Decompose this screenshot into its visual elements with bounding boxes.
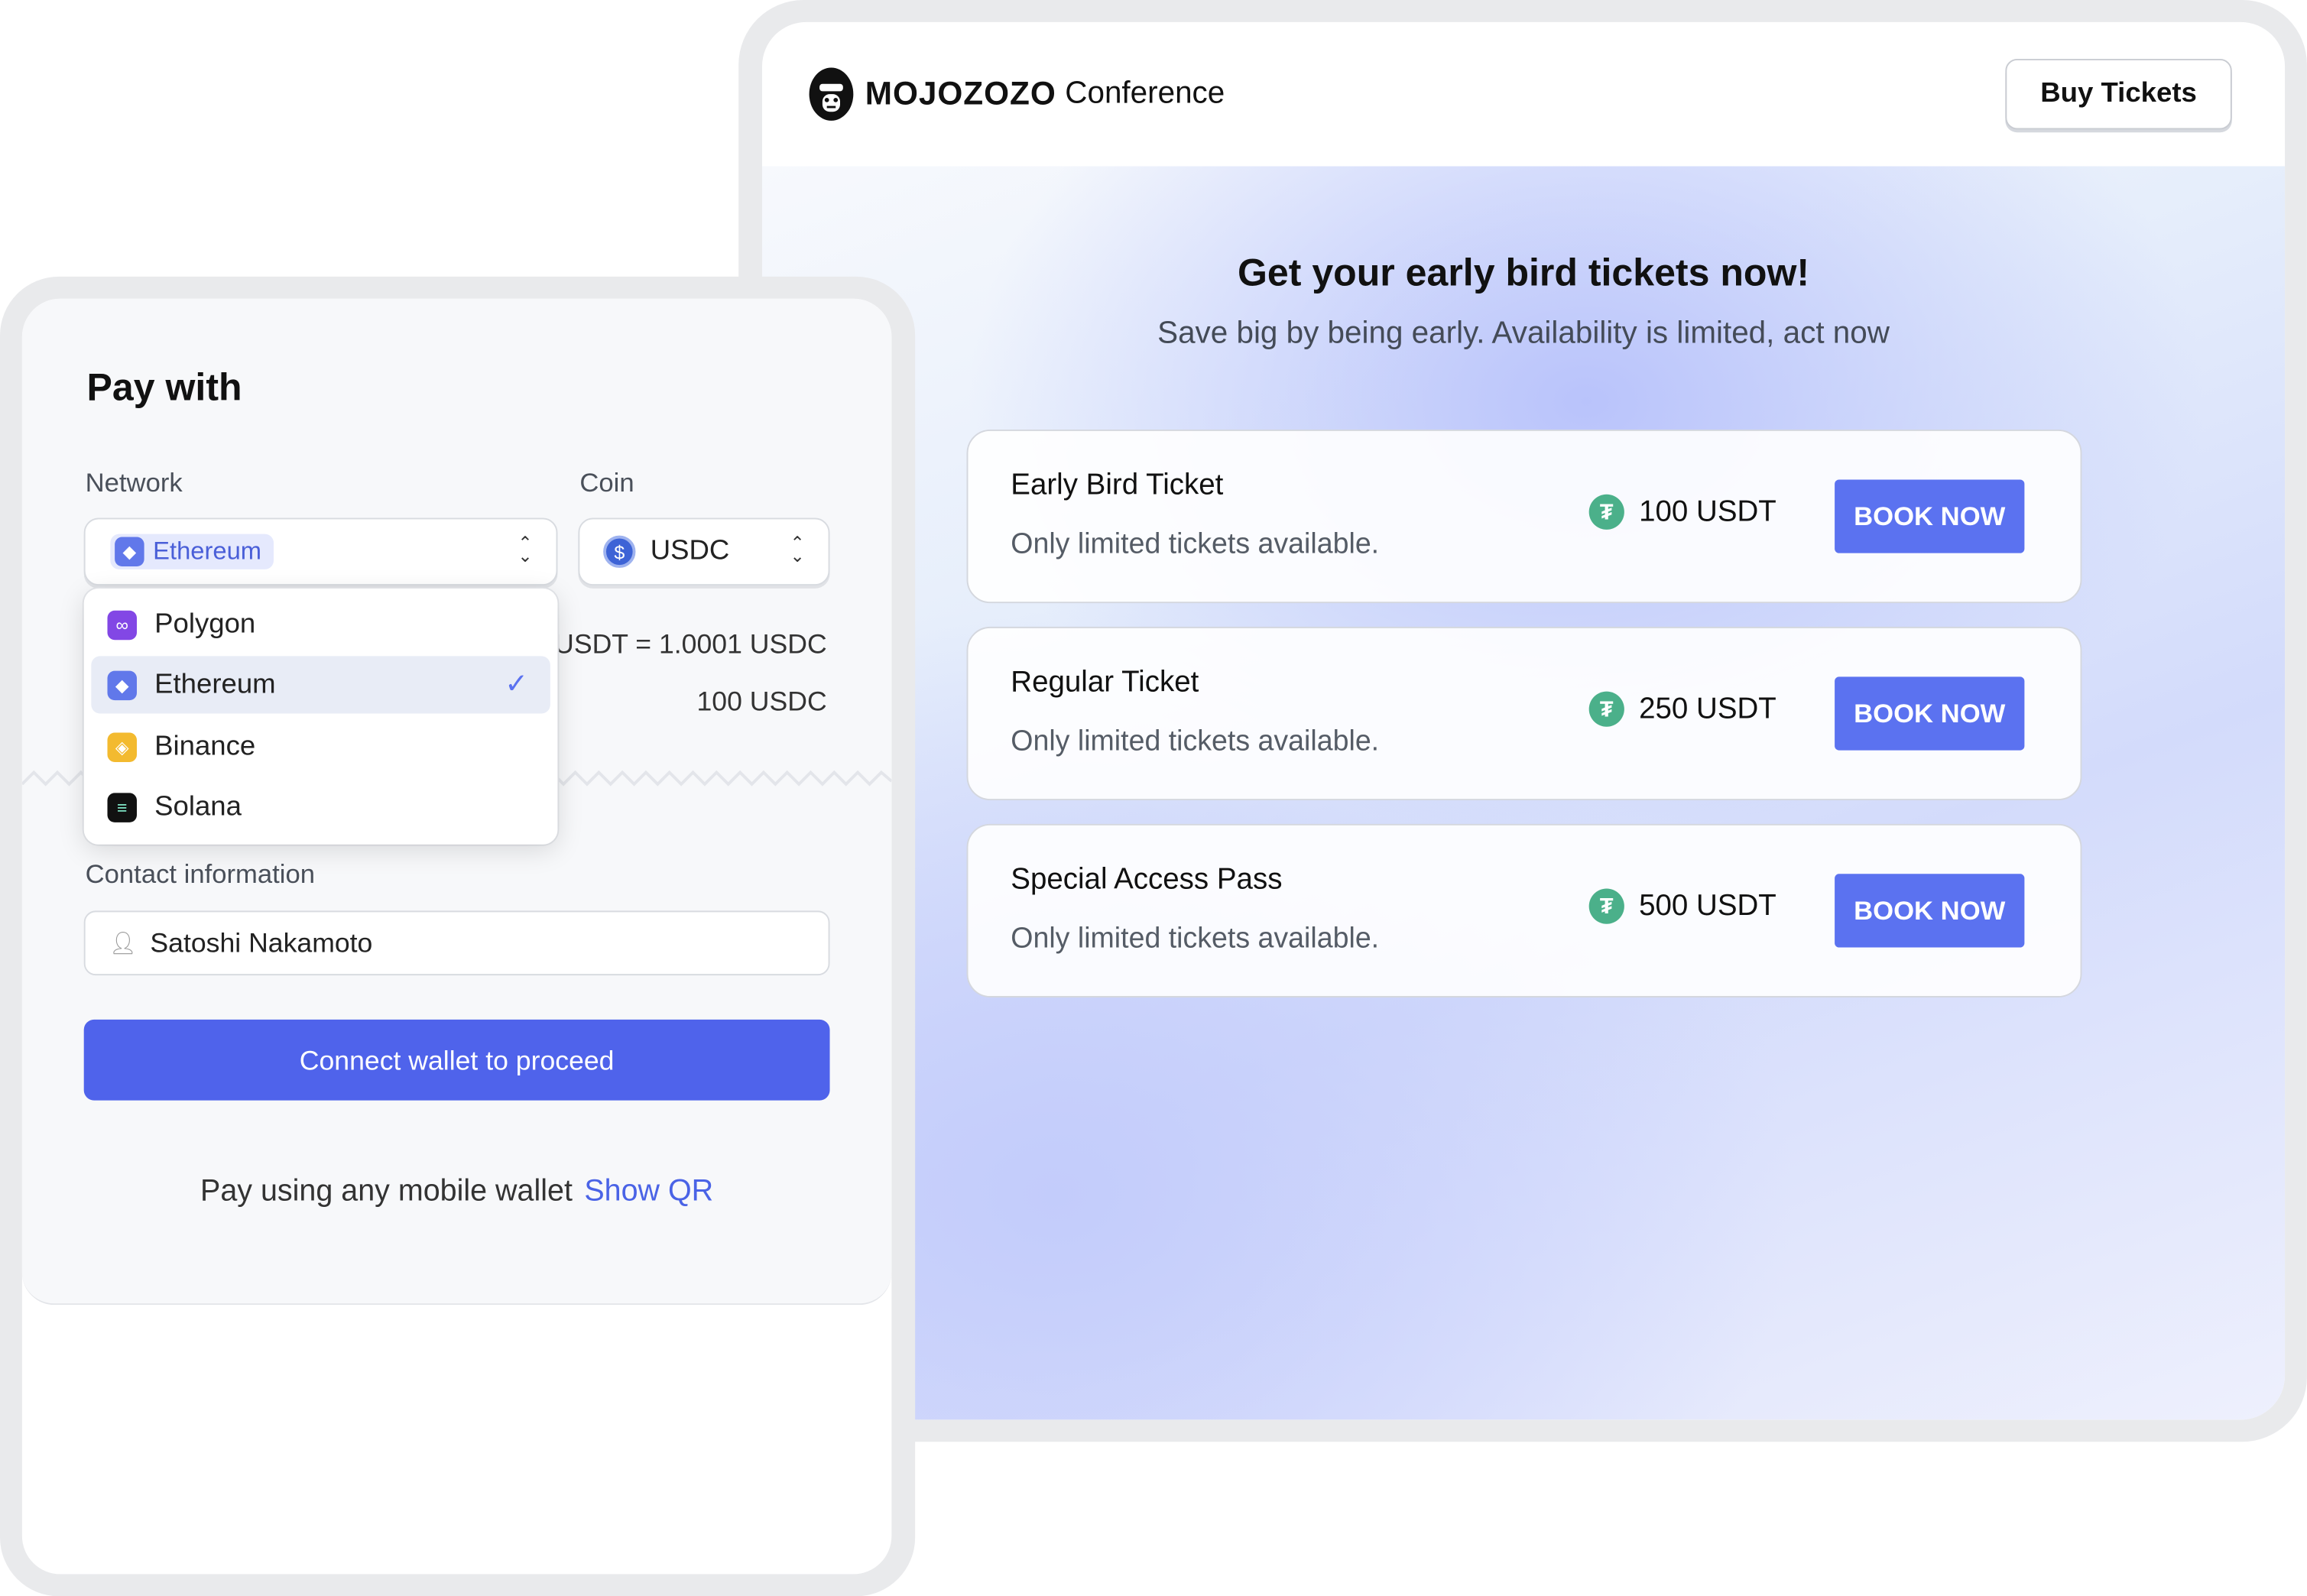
ticket-price: ₮ 100 USDT — [1588, 494, 1776, 530]
option-label: Polygon — [154, 608, 256, 640]
contact-name-input[interactable]: 👤︎ Satoshi Nakamoto — [83, 910, 830, 976]
ethereum-icon: ◆ — [107, 670, 137, 700]
brand-name: MOJOZOZO — [865, 75, 1056, 112]
gorilla-icon — [809, 67, 854, 121]
chevron-up-down-icon: ⌃ ⌄ — [790, 532, 805, 567]
ticket-card: Regular Ticket Only limited tickets avai… — [966, 626, 2082, 801]
payment-panel: Pay with Network Coin ◆ Ethereum ⌃ ⌄ $ USD… — [21, 298, 892, 1575]
conference-window: MOJOZOZO Conference Buy Tickets Get your… — [761, 21, 2286, 1420]
chevron-up-down-icon: ⌃ ⌄ — [518, 532, 533, 567]
ethereum-icon: ◆ — [115, 537, 144, 567]
coin-select[interactable]: $ USDC ⌃ ⌄ — [578, 517, 830, 586]
network-label: Network — [85, 468, 183, 498]
buy-tickets-button[interactable]: Buy Tickets — [2005, 58, 2232, 130]
polygon-icon: ∞ — [107, 609, 137, 640]
network-option-polygon[interactable]: ∞ Polygon — [91, 596, 550, 654]
hero-subtitle: Save big by being early. Availability is… — [1157, 316, 1890, 351]
ticket-card: Special Access Pass Only limited tickets… — [966, 823, 2082, 998]
network-dropdown: ∞ Polygon ◆ Ethereum ✓ ◈ Binance ≡ Solana — [83, 588, 558, 845]
network-chip: ◆ Ethereum — [110, 534, 274, 569]
solana-icon: ≡ — [107, 792, 137, 822]
option-label: Ethereum — [154, 668, 276, 700]
price-text: 250 USDT — [1639, 692, 1776, 725]
exchange-rate: USDT = 1.0001 USDC — [554, 628, 827, 660]
mobile-wallet-row: Pay using any mobile wallet Show QR — [22, 1174, 891, 1209]
user-icon: 👤︎ — [109, 931, 138, 957]
book-now-button[interactable]: BOOK NOW — [1835, 676, 2025, 751]
book-now-button[interactable]: BOOK NOW — [1835, 479, 2025, 553]
ticket-name: Special Access Pass — [1011, 863, 1283, 897]
ticket-price: ₮ 250 USDT — [1588, 691, 1776, 727]
tether-icon: ₮ — [1588, 888, 1624, 924]
mobile-wallet-text: Pay using any mobile wallet — [200, 1173, 573, 1208]
ticket-description: Only limited tickets available. — [1011, 725, 1380, 758]
network-option-binance[interactable]: ◈ Binance — [91, 718, 550, 775]
option-label: Binance — [154, 730, 256, 762]
ticket-name: Early Bird Ticket — [1011, 469, 1224, 502]
hero-title: Get your early bird tickets now! — [1238, 250, 1810, 294]
tether-icon: ₮ — [1588, 494, 1624, 530]
ticket-name: Regular Ticket — [1011, 666, 1199, 699]
contact-value: Satoshi Nakamoto — [150, 926, 373, 958]
ticket-description: Only limited tickets available. — [1011, 527, 1380, 561]
network-option-solana[interactable]: ≡ Solana — [91, 778, 550, 835]
price-text: 500 USDT — [1639, 889, 1776, 922]
coin-label: Coin — [579, 468, 634, 498]
binance-icon: ◈ — [107, 732, 137, 762]
network-option-ethereum[interactable]: ◆ Ethereum ✓ — [91, 656, 550, 714]
brand-suffix: Conference — [1065, 76, 1225, 111]
connect-wallet-button[interactable]: Connect wallet to proceed — [83, 1019, 830, 1101]
ticket-card: Early Bird Ticket Only limited tickets a… — [966, 430, 2082, 604]
option-label: Solana — [154, 790, 242, 822]
network-select[interactable]: ◆ Ethereum ⌃ ⌄ — [83, 517, 558, 586]
contact-label: Contact information — [85, 859, 316, 889]
price-text: 100 USDT — [1639, 495, 1776, 528]
amount: 100 USDC — [696, 685, 827, 717]
coin-selected: USDC — [650, 535, 730, 567]
book-now-button[interactable]: BOOK NOW — [1835, 874, 2025, 948]
logo[interactable]: MOJOZOZO Conference — [806, 66, 1225, 122]
network-selected: Ethereum — [153, 537, 262, 566]
pay-with-title: Pay with — [86, 365, 242, 410]
tether-icon: ₮ — [1588, 691, 1624, 727]
show-qr-link[interactable]: Show QR — [584, 1174, 713, 1208]
usdc-icon: $ — [603, 535, 636, 568]
ticket-price: ₮ 500 USDT — [1588, 888, 1776, 924]
check-icon: ✓ — [505, 669, 528, 701]
ticket-description: Only limited tickets available. — [1011, 922, 1380, 955]
